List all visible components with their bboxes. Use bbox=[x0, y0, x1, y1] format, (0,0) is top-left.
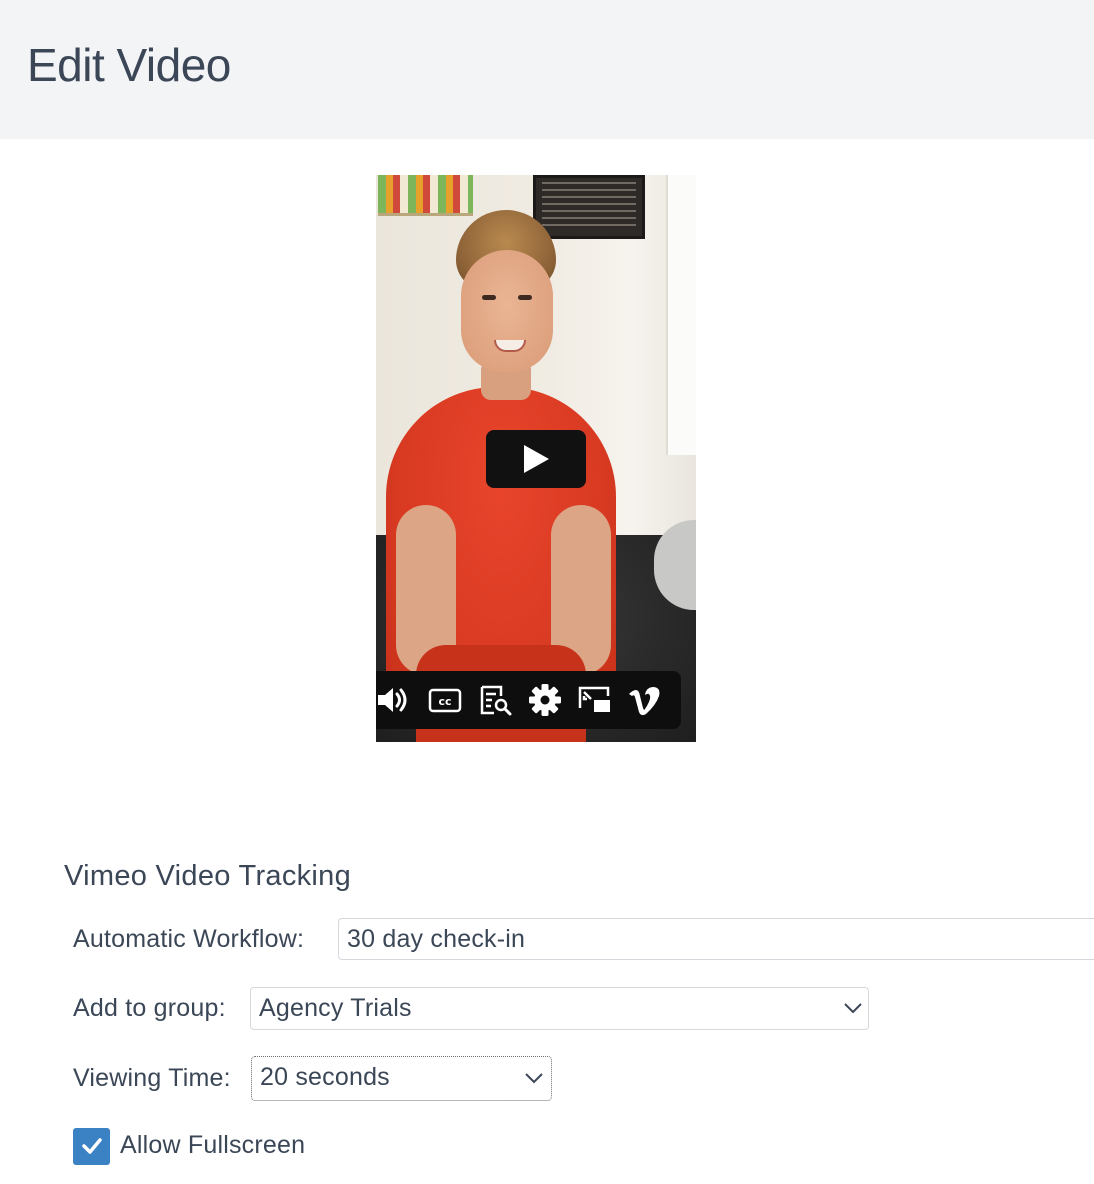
page-title: Edit Video bbox=[27, 39, 231, 91]
captions-text: cc bbox=[438, 695, 451, 708]
viewing-time-value: 20 seconds bbox=[260, 1063, 390, 1091]
vimeo-video-player[interactable]: cc bbox=[376, 175, 696, 742]
video-frame-door bbox=[666, 175, 696, 455]
video-frame-sign bbox=[533, 175, 645, 239]
section-title: Vimeo Video Tracking bbox=[64, 860, 352, 892]
allow-fullscreen-label[interactable]: Allow Fullscreen bbox=[120, 1131, 305, 1160]
gear-icon[interactable] bbox=[527, 682, 563, 718]
viewing-time-label: Viewing Time: bbox=[73, 1064, 231, 1092]
video-frame-art bbox=[378, 175, 473, 216]
volume-icon[interactable] bbox=[376, 682, 412, 718]
picture-in-picture-icon[interactable] bbox=[577, 682, 613, 718]
captions-icon[interactable]: cc bbox=[427, 682, 463, 718]
workflow-value: 30 day check-in bbox=[347, 925, 526, 953]
video-control-bar: cc bbox=[376, 671, 681, 729]
allow-fullscreen-checkbox[interactable] bbox=[73, 1128, 110, 1165]
play-button[interactable] bbox=[486, 430, 586, 488]
workflow-input[interactable]: 30 day check-in bbox=[338, 918, 1094, 960]
video-frame-eye bbox=[482, 295, 496, 300]
video-frame-face bbox=[461, 250, 553, 372]
viewing-time-select[interactable]: 20 seconds bbox=[251, 1056, 552, 1101]
page-header: Edit Video bbox=[0, 0, 1094, 139]
play-icon bbox=[524, 445, 549, 473]
vimeo-logo-icon[interactable] bbox=[627, 682, 663, 718]
video-frame-eye bbox=[518, 295, 532, 300]
group-select[interactable]: Agency Trials bbox=[250, 987, 869, 1030]
group-label: Add to group: bbox=[73, 994, 226, 1022]
checkmark-icon bbox=[82, 1138, 102, 1154]
chevron-down-icon bbox=[844, 1003, 862, 1014]
transcript-search-icon[interactable] bbox=[477, 682, 513, 718]
workflow-label: Automatic Workflow: bbox=[73, 925, 305, 953]
group-value: Agency Trials bbox=[259, 994, 412, 1022]
chevron-down-icon bbox=[525, 1073, 543, 1084]
